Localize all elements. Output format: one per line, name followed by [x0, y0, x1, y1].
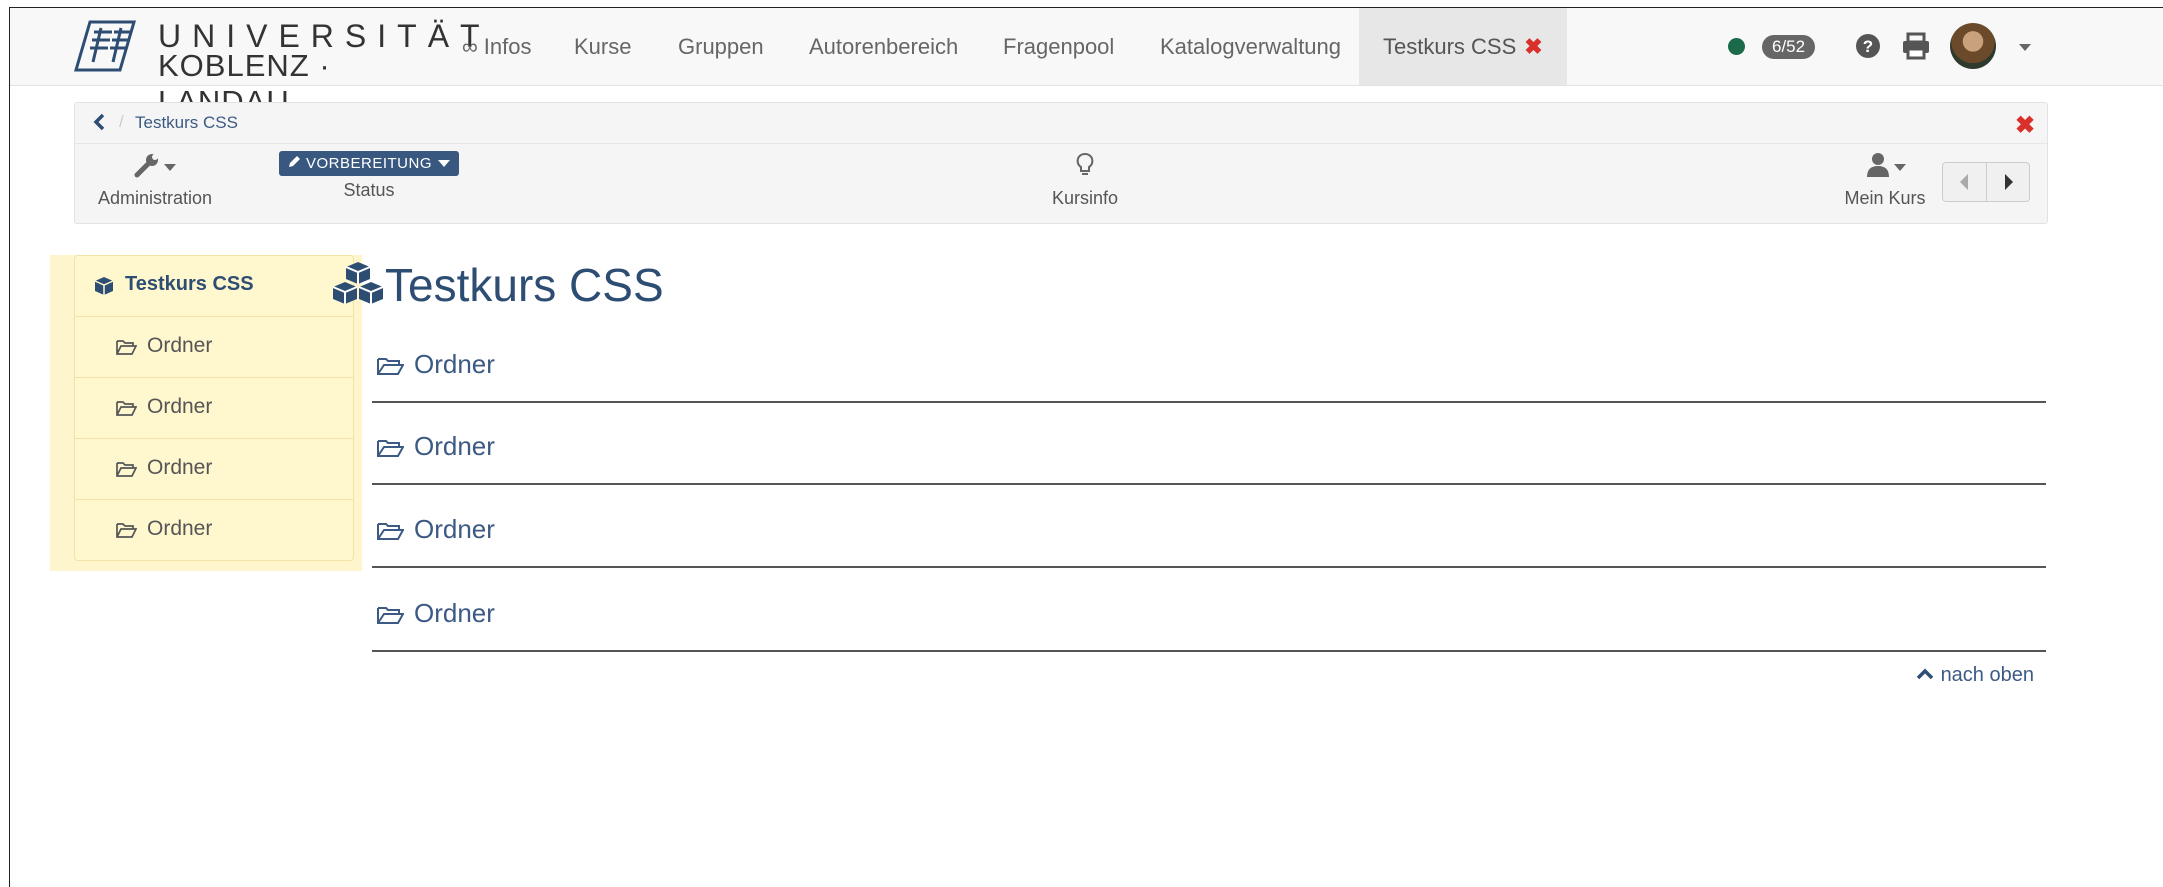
lightbulb-icon — [1076, 153, 1094, 175]
administration-label: Administration — [97, 188, 213, 208]
online-status-icon — [1728, 38, 1745, 55]
folder-open-icon — [377, 440, 404, 457]
menu-item-ordner-1[interactable]: Ordner — [75, 317, 353, 378]
course-toolbar: / Testkurs CSS ✖ Administration VORBEREI… — [74, 102, 2048, 224]
folder-open-icon — [116, 462, 137, 477]
cubes-icon — [332, 262, 384, 304]
menu-item-root[interactable]: Testkurs CSS — [75, 256, 353, 317]
folder-open-icon — [116, 401, 137, 416]
section-title: Ordner — [414, 598, 495, 628]
section-ordner-2[interactable]: Ordner — [372, 423, 2046, 485]
previous-node-icon[interactable] — [1943, 163, 1986, 201]
folder-open-icon — [116, 340, 137, 355]
course-menu: Testkurs CSS Ordner Ordner Ordner Ordner — [74, 255, 354, 561]
folder-open-icon — [377, 358, 404, 375]
notification-badge[interactable]: 6/52 — [1762, 35, 1816, 59]
breadcrumb: / Testkurs CSS ✖ — [75, 103, 2047, 144]
nav-item-gruppen[interactable]: Gruppen — [678, 8, 764, 85]
app-frame: UNIVERSITÄT KOBLENZ · LANDAU ∞ Infos Kur… — [9, 7, 2163, 887]
administration-tool[interactable]: Administration — [95, 151, 215, 209]
nav-item-infos[interactable]: ∞ Infos — [462, 8, 532, 85]
user-menu-chevron-down-icon[interactable] — [2019, 44, 2031, 51]
section-ordner-4[interactable]: Ordner — [372, 590, 2046, 652]
back-to-top-link[interactable]: nach oben — [1915, 664, 2034, 687]
status-tool[interactable]: VORBEREITUNG Status — [277, 151, 461, 201]
user-avatar[interactable] — [1950, 23, 1996, 69]
kursinfo-tool[interactable]: Kursinfo — [1025, 151, 1145, 209]
caret-down-icon — [437, 160, 450, 167]
menu-item-label: Ordner — [147, 395, 213, 418]
menu-item-label: Ordner — [147, 334, 213, 357]
pencil-icon — [289, 156, 301, 167]
status-label: Status — [343, 180, 395, 200]
course-pager — [1942, 162, 2030, 202]
status-dropdown-button[interactable]: VORBEREITUNG — [279, 151, 459, 176]
page-title: Testkurs CSS — [385, 259, 664, 311]
tab-testkurs-label: Testkurs CSS — [1383, 34, 1517, 59]
cube-icon — [94, 277, 114, 295]
mein-kurs-tool[interactable]: Mein Kurs — [1835, 151, 1935, 209]
nav-item-kurse[interactable]: Kurse — [574, 8, 631, 85]
breadcrumb-current[interactable]: Testkurs CSS — [135, 113, 238, 133]
print-icon[interactable] — [1898, 28, 1934, 64]
university-logo-icon — [74, 20, 136, 72]
tab-close-icon[interactable]: ✖ — [1524, 34, 1542, 59]
back-to-top-label: nach oben — [1940, 664, 2034, 686]
top-navbar: UNIVERSITÄT KOBLENZ · LANDAU ∞ Infos Kur… — [10, 8, 2163, 119]
folder-open-icon — [377, 523, 404, 540]
kursinfo-label: Kursinfo — [1051, 188, 1119, 208]
menu-item-ordner-2[interactable]: Ordner — [75, 378, 353, 439]
tab-testkurs-css[interactable]: Testkurs CSS ✖ — [1359, 8, 1567, 85]
section-ordner-3[interactable]: Ordner — [372, 506, 2046, 568]
help-icon[interactable]: ? — [1850, 28, 1886, 64]
section-title: Ordner — [414, 514, 495, 544]
menu-item-ordner-3[interactable]: Ordner — [75, 439, 353, 500]
chevron-up-icon — [1916, 668, 1934, 680]
chevron-left-icon[interactable] — [89, 111, 111, 133]
menu-item-label: Ordner — [147, 456, 213, 479]
breadcrumb-separator: / — [119, 112, 124, 131]
menu-root-label: Testkurs CSS — [125, 273, 254, 295]
folder-open-icon — [377, 607, 404, 624]
next-node-icon[interactable] — [1986, 163, 2030, 201]
section-title: Ordner — [414, 349, 495, 379]
svg-text:?: ? — [1863, 37, 1873, 56]
nav-item-katalogverwaltung[interactable]: Katalogverwaltung — [1160, 8, 1341, 85]
university-logo[interactable]: UNIVERSITÄT KOBLENZ · LANDAU — [72, 14, 480, 119]
mein-kurs-label: Mein Kurs — [1844, 188, 1926, 208]
nav-item-fragenpool[interactable]: Fragenpool — [1003, 8, 1114, 85]
close-course-icon[interactable]: ✖ — [2015, 111, 2035, 140]
menu-item-label: Ordner — [147, 517, 213, 540]
user-icon — [1867, 153, 1906, 177]
status-button-label: VORBEREITUNG — [305, 155, 432, 172]
nav-item-autorenbereich[interactable]: Autorenbereich — [809, 8, 958, 85]
menu-item-ordner-4[interactable]: Ordner — [75, 500, 353, 560]
folder-open-icon — [116, 523, 137, 538]
section-title: Ordner — [414, 431, 495, 461]
section-ordner-1[interactable]: Ordner — [372, 341, 2046, 403]
wrench-icon — [134, 154, 176, 178]
